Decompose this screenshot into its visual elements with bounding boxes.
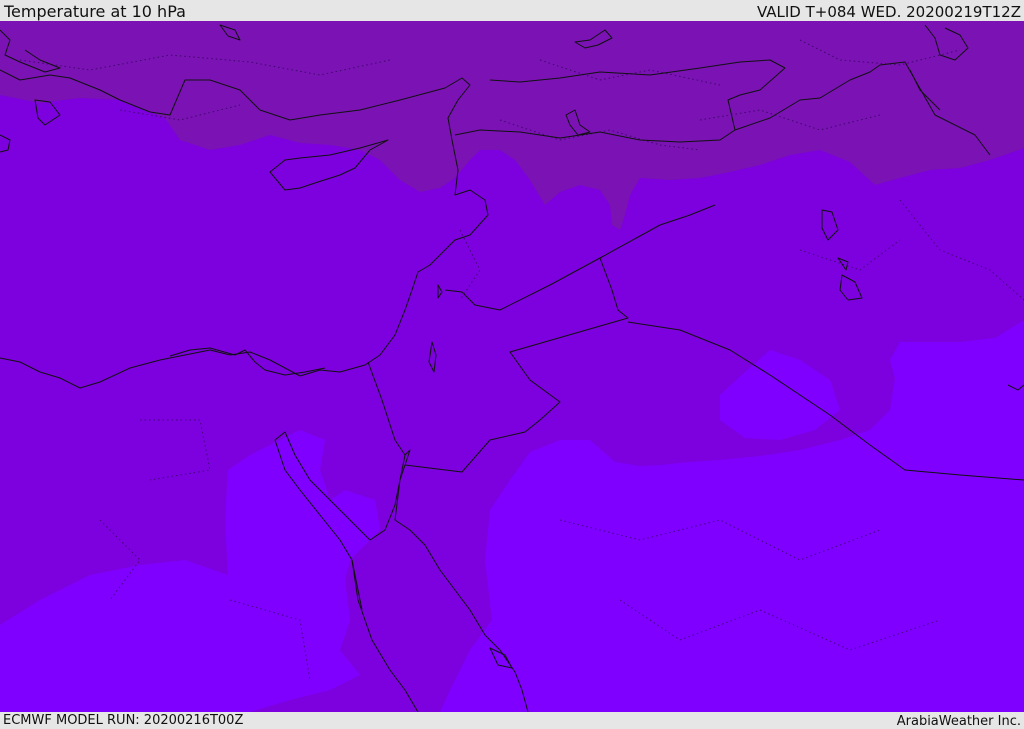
map-figure: Temperature at 10 hPa VALID T+084 WED. 2… bbox=[0, 0, 1024, 729]
footer-bar: ECMWF MODEL RUN: 20200216T00Z ArabiaWeat… bbox=[0, 712, 1024, 729]
model-run-label: ECMWF MODEL RUN: 20200216T00Z bbox=[3, 713, 244, 728]
map-title: Temperature at 10 hPa bbox=[4, 2, 186, 21]
map-canvas bbox=[0, 21, 1024, 712]
valid-time: VALID T+084 WED. 20200219T12Z bbox=[756, 3, 1021, 21]
credit-label: ArabiaWeather Inc. bbox=[896, 714, 1021, 729]
header-bar: Temperature at 10 hPa VALID T+084 WED. 2… bbox=[0, 0, 1024, 21]
